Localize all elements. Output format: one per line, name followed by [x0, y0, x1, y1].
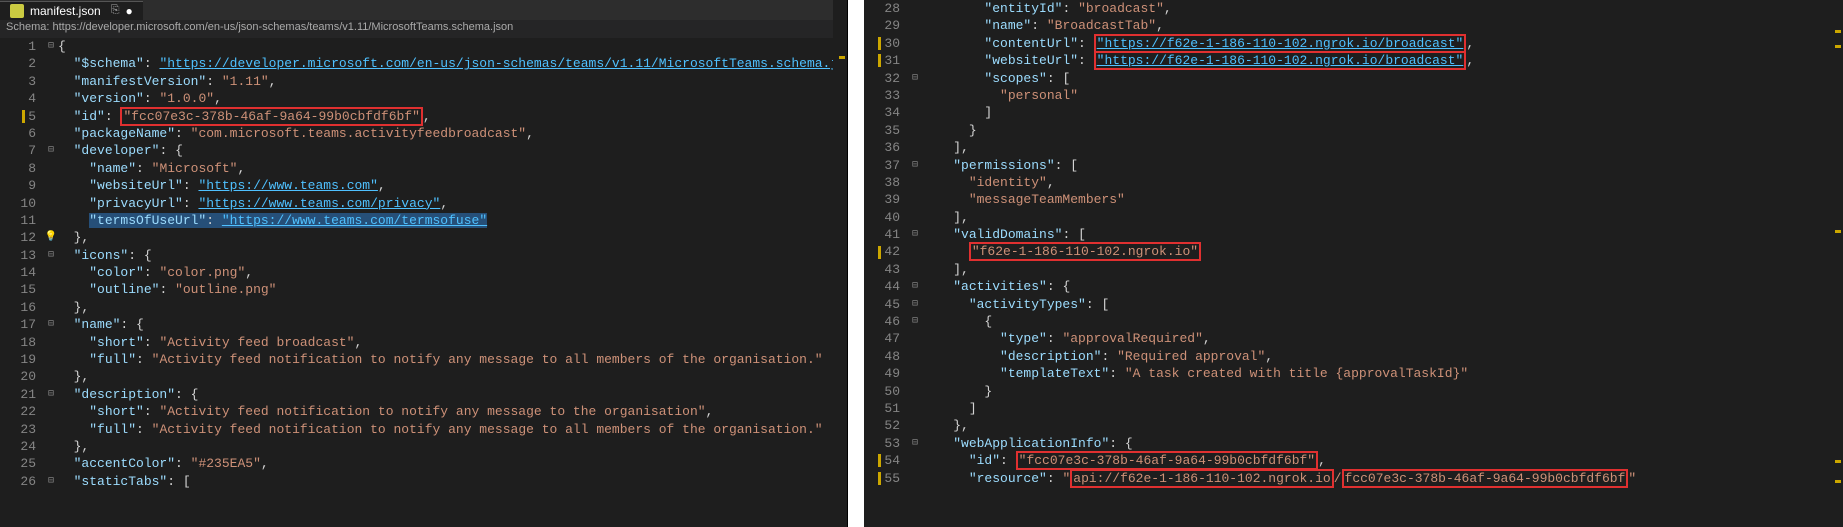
tab-filename: manifest.json	[30, 4, 101, 18]
schema-url: https://developer.microsoft.com/en-us/js…	[52, 21, 513, 33]
editor-pane-left: manifest.json ⎘ ● Schema: https://develo…	[0, 0, 848, 527]
code-area-right[interactable]: 2829303132333435363738394041424344454647…	[864, 0, 1843, 527]
schema-bar[interactable]: Schema: https://developer.microsoft.com/…	[0, 20, 847, 38]
pin-icon[interactable]: ⎘	[111, 4, 120, 17]
code-content-right[interactable]: "entityId": "broadcast", "name": "Broadc…	[922, 0, 1843, 527]
line-gutter-right: 2829303132333435363738394041424344454647…	[864, 0, 908, 527]
scrollbar-left[interactable]	[833, 0, 847, 527]
fold-column-right[interactable]: ⊟⊟⊟⊟⊟⊟⊟	[908, 0, 922, 527]
schema-label: Schema:	[6, 21, 49, 33]
fold-column-left[interactable]: ⊟⊟💡⊟ ⊟ ⊟ ⊟	[44, 38, 58, 527]
pane-divider	[848, 0, 864, 527]
json-file-icon	[10, 4, 24, 18]
code-area-left[interactable]: 1234567891011121314151617181920212223242…	[0, 38, 847, 527]
dirty-indicator: ●	[126, 4, 133, 18]
tab-bar: manifest.json ⎘ ●	[0, 0, 847, 20]
file-tab[interactable]: manifest.json ⎘ ●	[0, 1, 143, 20]
code-content-left[interactable]: { "$schema": "https://developer.microsof…	[58, 38, 847, 527]
scrollbar-right[interactable]	[1829, 0, 1843, 527]
line-gutter-left: 1234567891011121314151617181920212223242…	[0, 38, 44, 527]
editor-pane-right: 2829303132333435363738394041424344454647…	[864, 0, 1843, 527]
